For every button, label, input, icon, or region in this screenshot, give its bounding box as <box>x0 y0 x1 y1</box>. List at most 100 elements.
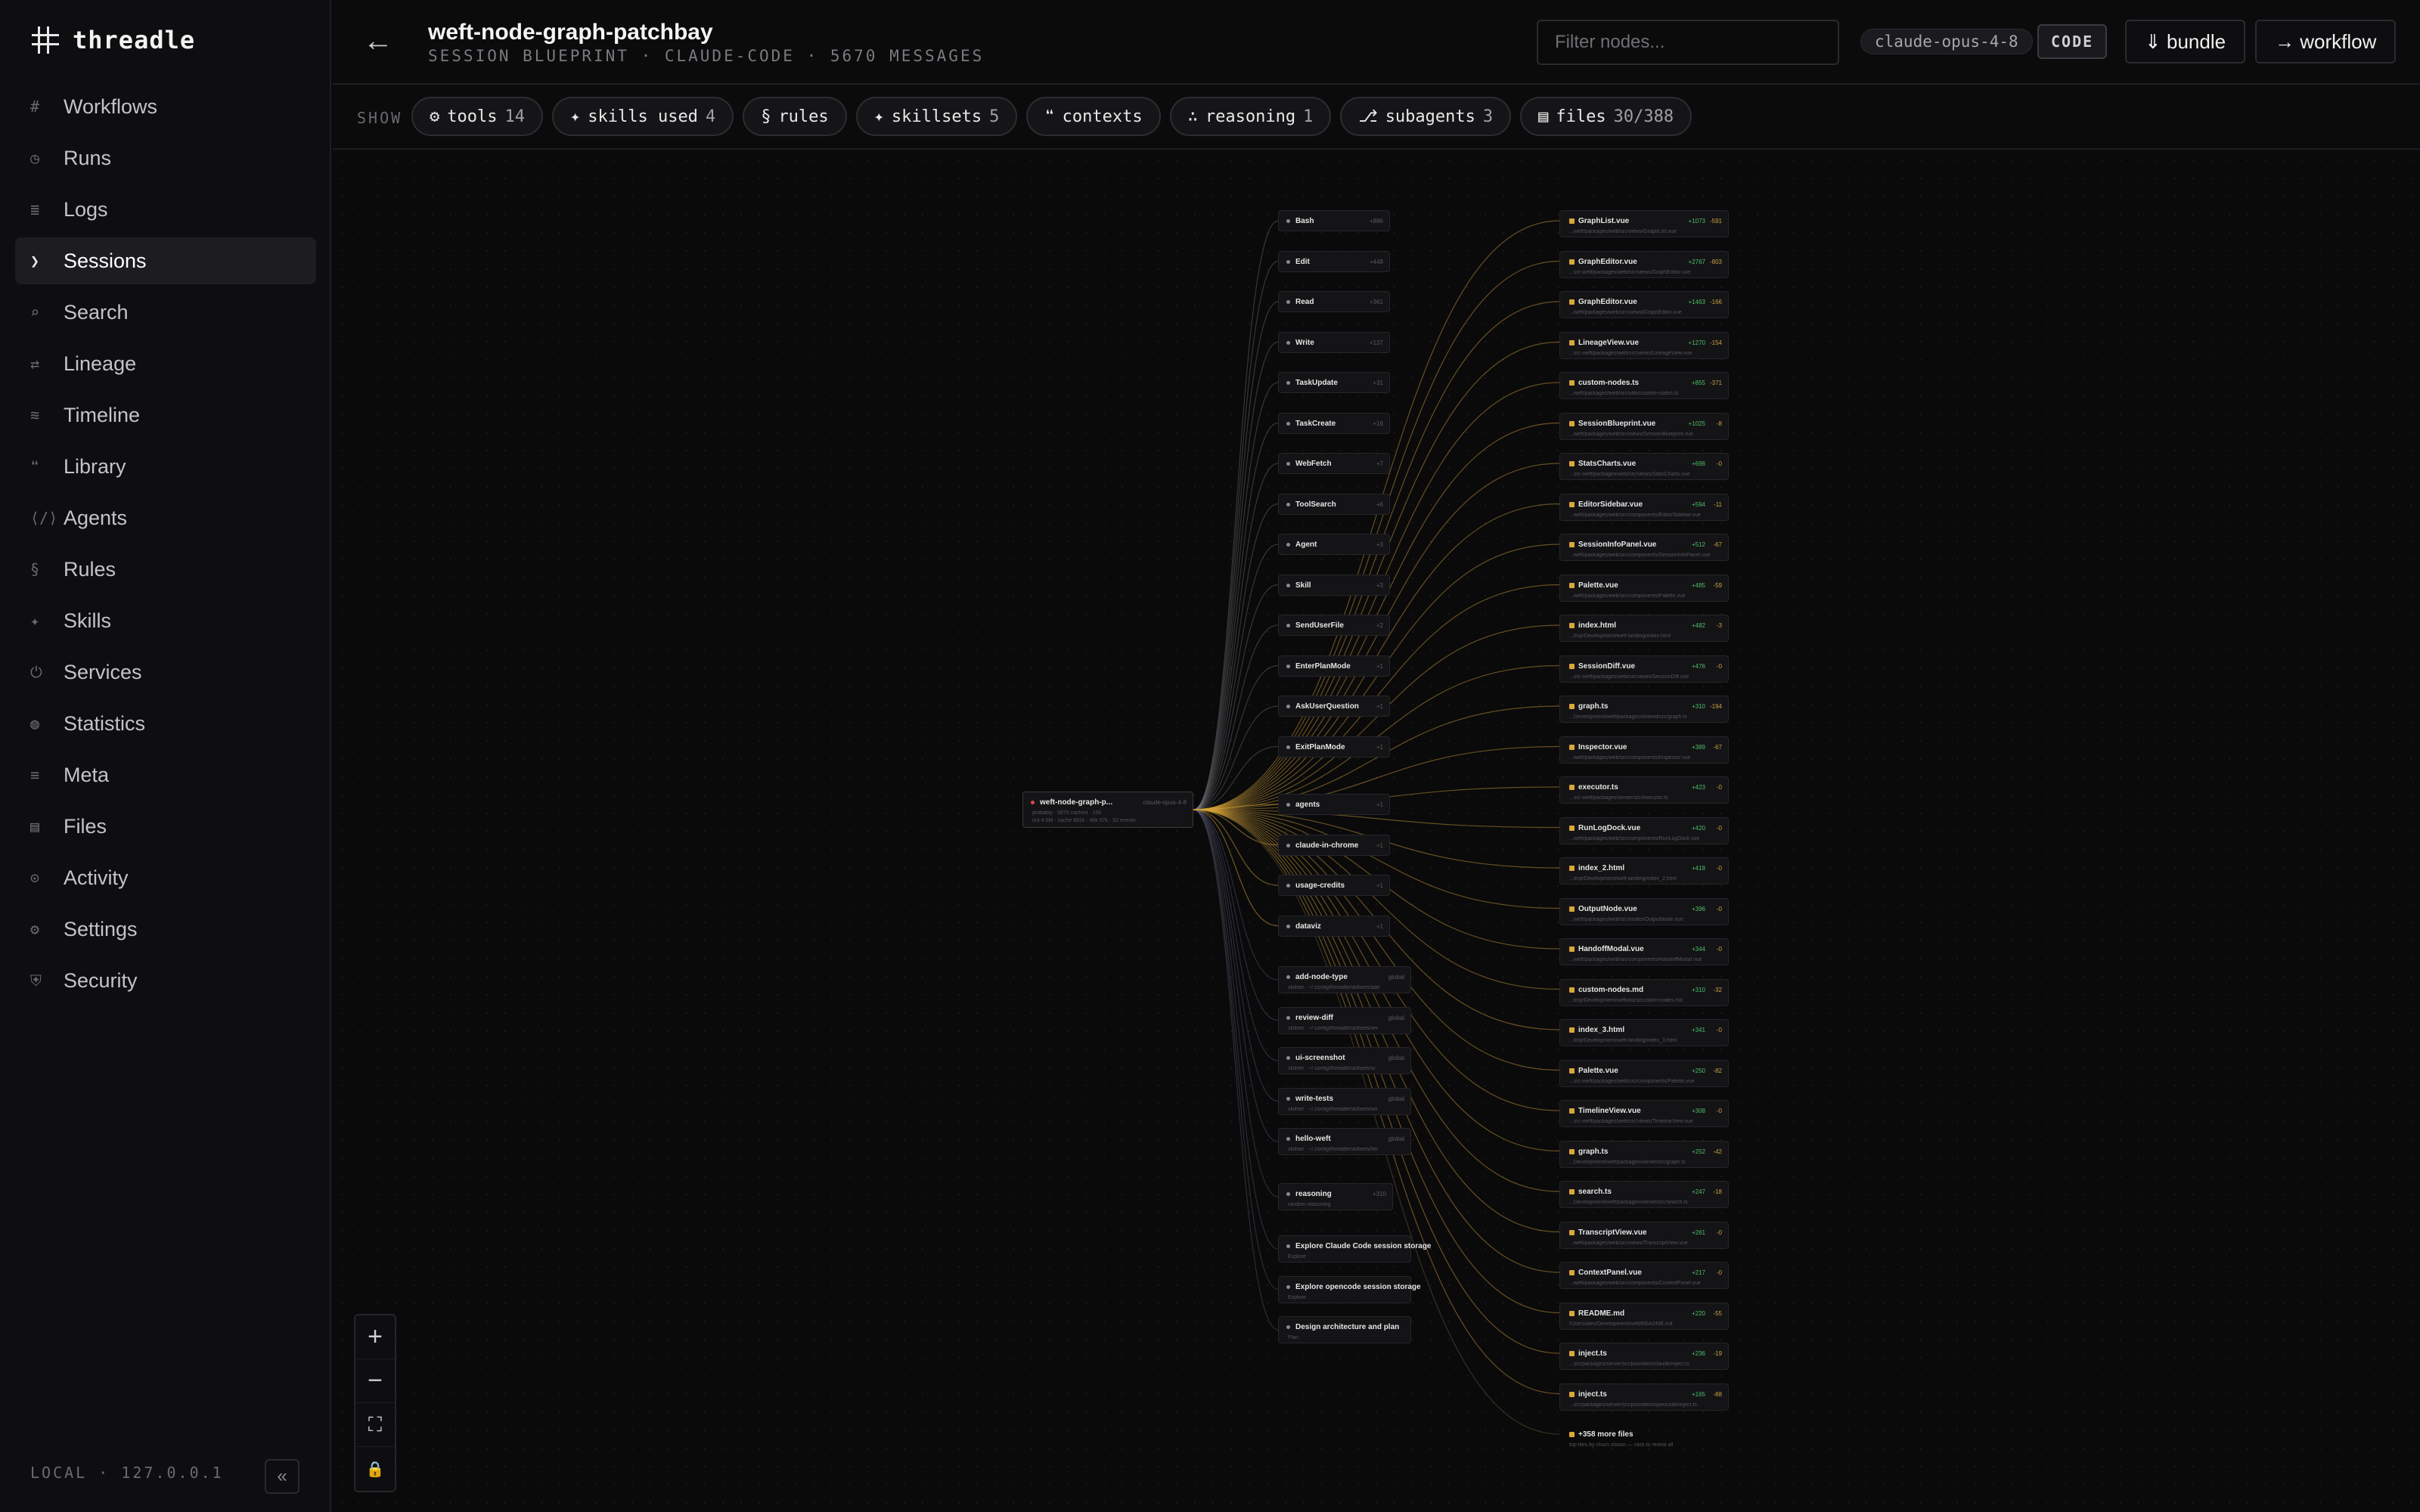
tool-node[interactable]: Bash +886 <box>1278 210 1390 231</box>
brand[interactable]: threadle <box>32 26 195 54</box>
file-node[interactable]: executor.ts +423 -0 ...src-weft/packages/se… <box>1559 776 1729 804</box>
skillset-node[interactable]: hello-weft global skillset · ~/.config/thr… <box>1278 1128 1411 1155</box>
tool-node[interactable]: Edit +448 <box>1278 250 1390 272</box>
file-node[interactable]: Palette.vue +485 -59 ...weft/packages/web/s… <box>1559 574 1729 602</box>
subagent-node[interactable]: Explore opencode session storage Explore <box>1278 1275 1421 1303</box>
skillset-node[interactable]: add-node-type global skillset · ~/.config/… <box>1278 966 1411 993</box>
pill-contexts[interactable]: ❝ contexts <box>1026 97 1161 136</box>
pill-files[interactable]: ▤ files 30/388 <box>1520 97 1692 136</box>
file-node[interactable]: EditorSidebar.vue +594 -11 ...weft/packages… <box>1559 493 1729 521</box>
reasoning-node[interactable]: reasoning +310 random reasoning <box>1278 1183 1393 1210</box>
skillset-node[interactable]: ui-screenshot global skillset · ~/.config/… <box>1278 1047 1411 1074</box>
sidebar-item-workflows[interactable]: # Workflows <box>15 83 316 130</box>
pill-rules[interactable]: § rules <box>743 97 847 136</box>
back-button[interactable]: ← <box>363 24 393 58</box>
sidebar-item-settings[interactable]: ⚙ Settings <box>15 906 316 953</box>
pill-skillsets[interactable]: ✦ skillsets 5 <box>855 97 1018 136</box>
tool-node[interactable]: Skill +3 <box>1278 574 1390 596</box>
file-node[interactable]: README.md +220 -55/Users/alex/Development/… <box>1559 1302 1729 1330</box>
fit-view-button[interactable]: ⛶ <box>355 1403 395 1447</box>
file-node[interactable]: graph.ts +252 -42 ...Development/weft/packa… <box>1559 1140 1729 1168</box>
subagent-node[interactable]: Design architecture and plan Plan <box>1278 1316 1411 1343</box>
tool-node[interactable]: SendUserFile +2 <box>1278 615 1390 636</box>
skill-node[interactable]: usage-credits +1 <box>1278 875 1390 896</box>
pill-skills-used[interactable]: ✦ skills used 4 <box>551 97 734 136</box>
sidebar-item-files[interactable]: ▤ Files <box>15 803 316 850</box>
sidebar-item-agents[interactable]: ⟨/⟩ Agents <box>15 494 316 541</box>
collapse-sidebar-button[interactable]: « <box>265 1459 299 1494</box>
filter-nodes-input[interactable] <box>1537 20 1839 65</box>
session-root-node[interactable]: weft-node-graph-p... claude-opus-4-8 proba… <box>1022 792 1193 828</box>
sidebar-item-activity[interactable]: ⊙ Activity <box>15 854 316 901</box>
sidebar-item-rules[interactable]: § Rules <box>15 546 316 593</box>
pill-count: 14 <box>504 107 525 126</box>
pill-subagents[interactable]: ⎇ subagents 3 <box>1340 97 1512 136</box>
tool-node[interactable]: ToolSearch +6 <box>1278 493 1390 515</box>
root-model-badge: claude-opus-4-8 <box>1143 799 1187 806</box>
file-node[interactable]: SessionDiff.vue +476 -0 ...src-weft/package… <box>1559 655 1729 683</box>
zoom-in-button[interactable]: + <box>355 1315 395 1359</box>
file-node[interactable]: GraphList.vue +1073 -591 ...weft/packages/w… <box>1559 210 1729 237</box>
file-node[interactable]: TranscriptView.vue +261 -0 ...weft/packages… <box>1559 1221 1729 1249</box>
file-node[interactable]: Inspector.vue +389 -67 ...weft/packages/web… <box>1559 736 1729 764</box>
sidebar-item-library[interactable]: ❝ Library <box>15 443 316 490</box>
file-node[interactable]: TimelineView.vue +308 -0 ...src-weft/packag… <box>1559 1100 1729 1127</box>
pill-tools[interactable]: ⚙ tools 14 <box>411 97 543 136</box>
code-button[interactable]: CODE <box>2037 24 2108 59</box>
file-node[interactable]: SessionBlueprint.vue +1025 -8 ...weft/packa… <box>1559 412 1729 440</box>
sidebar-item-search[interactable]: ⌕ Search <box>15 289 316 336</box>
file-node[interactable]: GraphEditor.vue +2767 -803 ...src-weft/pack… <box>1559 250 1729 278</box>
skill-node[interactable]: dataviz +1 <box>1278 915 1390 937</box>
file-node[interactable]: HandoffModal.vue +344 -0 ...weft/packages/w… <box>1559 938 1729 965</box>
file-node[interactable]: GraphEditor.vue +1463 -166 ...weft/packages… <box>1559 291 1729 318</box>
sidebar-item-timeline[interactable]: ≋ Timeline <box>15 392 316 438</box>
tool-node[interactable]: TaskUpdate +31 <box>1278 372 1390 393</box>
file-node[interactable]: search.ts +247 -18 ...Development/weft/pack… <box>1559 1181 1729 1208</box>
skill-node[interactable]: agents +1 <box>1278 794 1390 815</box>
tool-node[interactable]: AskUserQuestion +1 <box>1278 696 1390 717</box>
file-node[interactable]: custom-nodes.md +310 -32 ...tmp/Development… <box>1559 978 1729 1006</box>
graph-canvas[interactable]: weft-node-graph-p... claude-opus-4-8 proba… <box>333 151 2420 1512</box>
tool-node[interactable]: WebFetch +7 <box>1278 453 1390 474</box>
pill-reasoning[interactable]: ∴ reasoning 1 <box>1169 97 1332 136</box>
file-node[interactable]: OutputNode.vue +396 -0 ...weft/packages/web… <box>1559 897 1729 925</box>
file-node[interactable]: custom-nodes.ts +855 -371 ...weft/packages/… <box>1559 372 1729 399</box>
tool-node[interactable]: Agent +3 <box>1278 534 1390 555</box>
sidebar-item-sessions[interactable]: ❯ Sessions <box>15 237 316 284</box>
subagent-node[interactable]: Explore Claude Code session storage Explo… <box>1278 1235 1432 1263</box>
file-node[interactable]: ContextPanel.vue +217 -0 ...weft/packages/w… <box>1559 1262 1729 1289</box>
file-node[interactable]: index_2.html +418 -0 ...tmp/Development/wef… <box>1559 857 1729 885</box>
sidebar-item-statistics[interactable]: ◍ Statistics <box>15 700 316 747</box>
lock-icon[interactable]: 🔒 <box>355 1447 395 1491</box>
sidebar-item-lineage[interactable]: ⇄ Lineage <box>15 340 316 387</box>
sidebar-item-logs[interactable]: ≣ Logs <box>15 186 316 233</box>
more-files-node[interactable]: +358 more files top files by churn shown … <box>1559 1424 1729 1448</box>
tool-node[interactable]: EnterPlanMode +1 <box>1278 655 1390 677</box>
tool-node[interactable]: ExitPlanMode +1 <box>1278 736 1390 758</box>
workflow-button[interactable]: → workflow <box>2255 20 2397 64</box>
tool-node[interactable]: Write +137 <box>1278 331 1390 353</box>
sidebar-item-runs[interactable]: ◷ Runs <box>15 135 316 181</box>
file-node[interactable]: StatsCharts.vue +696 -0 ...src-weft/package… <box>1559 453 1729 480</box>
file-node[interactable]: index.html +482 -3 ...tmp/Development/weft-… <box>1559 615 1729 642</box>
sidebar-item-security[interactable]: ⛨ Security <box>15 957 316 1004</box>
bundle-button[interactable]: ⇓ bundle <box>2125 20 2246 64</box>
sidebar-item-skills[interactable]: ✦ Skills <box>15 597 316 644</box>
file-node[interactable]: Palette.vue +250 -82 ...src-weft/packages/w… <box>1559 1059 1729 1087</box>
skillset-node[interactable]: write-tests global skillset · ~/.config/th… <box>1278 1087 1411 1115</box>
sidebar-item-services[interactable]: ⏻ Services <box>15 649 316 696</box>
file-node[interactable]: graph.ts +310 -194 ...Development/weft/pack… <box>1559 696 1729 723</box>
file-node[interactable]: inject.ts +236 -19 ...src/packages/server/s… <box>1559 1343 1729 1370</box>
skill-node[interactable]: claude-in-chrome +1 <box>1278 834 1390 856</box>
zoom-out-button[interactable]: − <box>355 1359 395 1403</box>
file-node[interactable]: index_3.html +341 -0 ...tmp/Development/wef… <box>1559 1019 1729 1046</box>
file-node[interactable]: RunLogDock.vue +420 -0 ...weft/packages/web… <box>1559 816 1729 844</box>
tool-node[interactable]: TaskCreate +16 <box>1278 412 1390 434</box>
skillset-node[interactable]: review-diff global skillset · ~/.config/th… <box>1278 1006 1411 1034</box>
file-node[interactable]: SessionInfoPanel.vue +512 -67 ...weft/packa… <box>1559 534 1729 561</box>
tool-node[interactable]: Read +361 <box>1278 291 1390 312</box>
search-icon: ⌕ <box>30 303 40 321</box>
file-node[interactable]: LineageView.vue +1270 -154 ...src-weft/pack… <box>1559 331 1729 359</box>
file-node[interactable]: inject.ts +165 -88 ...src/packages/server/s… <box>1559 1383 1729 1411</box>
sidebar-item-meta[interactable]: ≡ Meta <box>15 751 316 798</box>
